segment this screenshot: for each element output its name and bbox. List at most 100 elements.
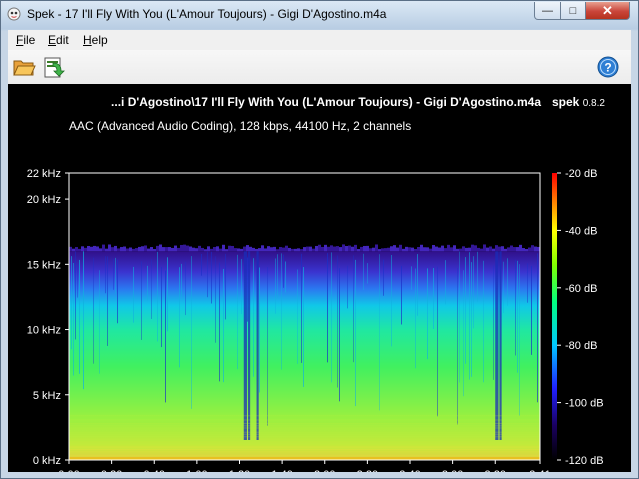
- cutoff-edge: [72, 248, 75, 252]
- colorbar-tick-label: -80 dB: [565, 340, 597, 352]
- cutoff-edge: [522, 248, 525, 252]
- cutoff-edge: [327, 246, 330, 252]
- spectrum-streak: [277, 254, 278, 298]
- spectrum-streak: [93, 257, 94, 364]
- spectrum-streak: [353, 255, 354, 363]
- app-version: 0.8.2: [582, 98, 605, 109]
- cutoff-edge: [258, 248, 261, 252]
- menu-file[interactable]: File: [16, 33, 35, 47]
- cutoff-edge: [294, 248, 297, 252]
- low-band: [69, 455, 540, 457]
- cutoff-edge: [237, 248, 240, 252]
- cutoff-edge: [150, 247, 153, 252]
- cutoff-edge: [534, 246, 537, 252]
- maximize-button[interactable]: □: [560, 2, 586, 20]
- spectrum-streak: [297, 269, 298, 364]
- cutoff-edge: [396, 247, 399, 252]
- spectrum-streak: [75, 251, 76, 340]
- cutoff-edge: [213, 246, 216, 252]
- x-tick-label: 0:40: [144, 469, 165, 472]
- cutoff-edge: [486, 247, 489, 252]
- colorbar-tick-label: -100 dB: [565, 398, 604, 410]
- cutoff-edge: [411, 247, 414, 252]
- cutoff-edge: [432, 245, 435, 252]
- close-button[interactable]: ✕: [585, 2, 630, 20]
- spectrum-streak: [165, 270, 166, 403]
- spectrum-streak: [433, 268, 434, 329]
- cutoff-edge: [249, 246, 252, 252]
- x-tick-label: 1:00: [186, 469, 207, 472]
- spectrum-streak: [379, 254, 380, 411]
- cutoff-edge: [198, 245, 201, 252]
- x-tick-label: 0:00: [58, 469, 79, 472]
- low-band: [69, 446, 540, 448]
- cutoff-edge: [435, 246, 438, 252]
- spectrum-streak: [113, 258, 114, 290]
- cutoff-edge: [321, 246, 324, 252]
- help-button[interactable]: ?: [596, 55, 620, 79]
- menu-help[interactable]: Help: [83, 33, 108, 47]
- cutoff-edge: [120, 247, 123, 252]
- y-tick-label: 15 kHz: [27, 259, 61, 271]
- cutoff-edge: [282, 247, 285, 252]
- cutoff-edge: [156, 245, 159, 252]
- spectrum-streak: [331, 252, 332, 383]
- cutoff-edge: [171, 247, 174, 252]
- spectrum-streak: [181, 263, 182, 297]
- menu-edit[interactable]: Edit: [48, 33, 69, 47]
- cutoff-edge: [309, 246, 312, 252]
- cutoff-edge: [279, 247, 282, 252]
- cutoff-edge: [348, 245, 351, 252]
- cutoff-edge: [165, 247, 168, 252]
- spectrum-streak: [147, 265, 148, 301]
- spectrum-streak: [493, 265, 494, 380]
- cutoff-edge: [333, 246, 336, 252]
- spectrum-streak: [167, 257, 168, 332]
- cutoff-edge: [381, 248, 384, 252]
- cutoff-edge: [324, 244, 327, 252]
- spectrum-streak: [83, 251, 84, 390]
- spectrum-streak: [191, 256, 192, 409]
- cutoff-edge: [261, 245, 264, 252]
- y-tick-label: 5 kHz: [33, 390, 61, 402]
- cutoff-edge: [273, 246, 276, 252]
- x-tick-label: 2:00: [314, 469, 335, 472]
- cutoff-edge: [426, 247, 429, 252]
- spectrum-streak: [537, 253, 538, 403]
- spectrum-streak: [457, 267, 458, 425]
- cutoff-edge: [123, 246, 126, 252]
- cutoff-edge: [141, 246, 144, 252]
- spectrum-streak: [465, 257, 466, 364]
- cutoff-edge: [84, 247, 87, 252]
- cutoff-edge: [240, 248, 243, 252]
- minimize-button[interactable]: —: [534, 2, 561, 20]
- low-band: [69, 425, 540, 427]
- file-path-label: ...i D'Agostino\17 I'll Fly With You (L'…: [111, 95, 541, 109]
- cutoff-edge: [354, 244, 357, 252]
- save-button[interactable]: [42, 55, 66, 79]
- spectrum-streak: [215, 256, 216, 343]
- spectrum-streak: [437, 266, 438, 417]
- x-tick-label: 3:41: [529, 469, 550, 472]
- quiet-segment: [243, 251, 247, 440]
- y-tick-label: 0 kHz: [33, 455, 61, 467]
- title-bar[interactable]: Spek - 17 I'll Fly With You (L'Amour Tou…: [1, 1, 638, 29]
- cutoff-edge: [303, 247, 306, 252]
- x-tick-label: 2:40: [399, 469, 420, 472]
- x-tick-label: 1:20: [229, 469, 250, 472]
- cutoff-edge: [96, 246, 99, 252]
- cutoff-edge: [444, 248, 447, 252]
- colorbar-tick-label: -60 dB: [565, 283, 597, 295]
- spectrogram-panel: 0 kHz 5 kHz 10 kHz 15 kHz 20 kHz 22 kHz 0:00 0:…: [8, 84, 631, 472]
- cutoff-edge: [243, 246, 246, 252]
- spectrum-streak: [141, 261, 142, 340]
- cutoff-edge: [168, 247, 171, 252]
- cutoff-edge: [207, 246, 210, 252]
- cutoff-edge: [507, 247, 510, 252]
- cutoff-edge: [459, 248, 462, 252]
- open-file-button[interactable]: [12, 55, 36, 79]
- spectrum-streak: [71, 256, 72, 350]
- spectrum-streak: [415, 268, 416, 369]
- spectrum-streak: [133, 266, 134, 323]
- spectrum-streak: [247, 257, 248, 322]
